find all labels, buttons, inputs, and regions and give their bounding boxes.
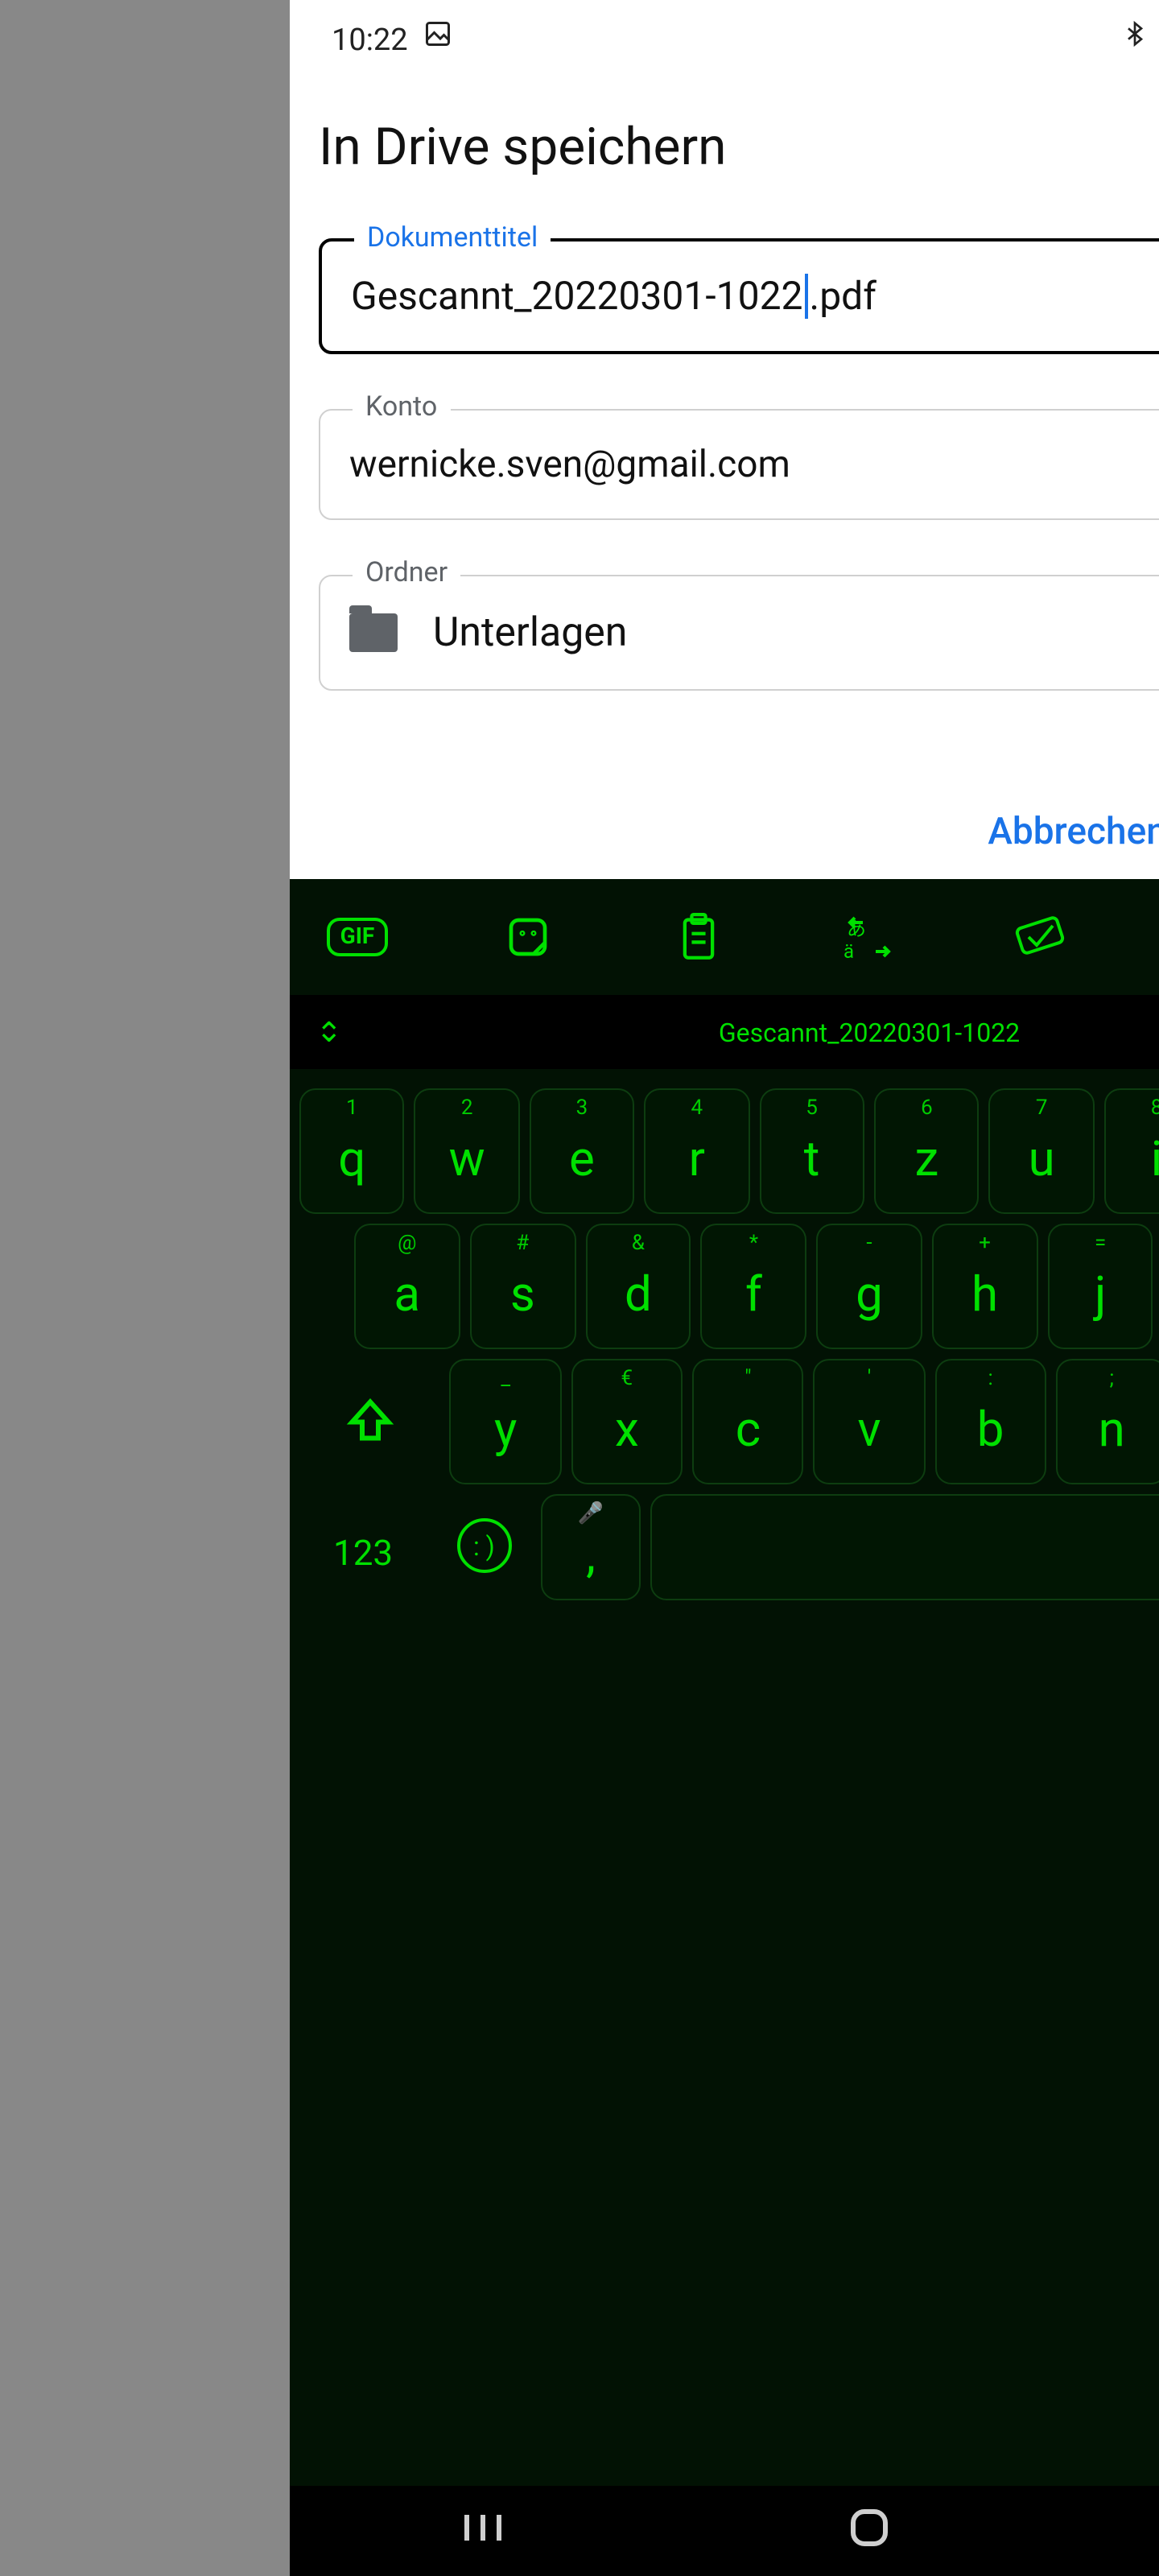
- key-b[interactable]: :b: [934, 1359, 1046, 1484]
- numbers-key[interactable]: 123: [299, 1494, 427, 1597]
- gallery-icon: [424, 19, 453, 58]
- keyboard-row-4: 123 : ) 🎤 , !? .: [299, 1494, 1159, 1600]
- key-d[interactable]: &d: [585, 1224, 691, 1349]
- recents-button[interactable]: [460, 2508, 505, 2553]
- key-j[interactable]: =j: [1047, 1224, 1153, 1349]
- key-c[interactable]: "c: [692, 1359, 804, 1484]
- key-u[interactable]: 7u: [989, 1088, 1095, 1214]
- key-g[interactable]: -g: [816, 1224, 922, 1349]
- statusbar: 10:22 64%: [290, 0, 1159, 77]
- key-t[interactable]: 5t: [759, 1088, 864, 1214]
- sticker-icon[interactable]: [496, 905, 560, 969]
- doc-title-label: Dokumenttitel: [354, 222, 551, 254]
- cancel-button[interactable]: Abbrechen: [988, 810, 1159, 853]
- account-value: wernicke.sven@gmail.com: [349, 443, 790, 486]
- keyboard-toolbar: GIF あä i •••: [290, 879, 1159, 995]
- key-z[interactable]: 6z: [874, 1088, 980, 1214]
- bluetooth-icon: [1121, 18, 1147, 60]
- key-v[interactable]: 'v: [814, 1359, 926, 1484]
- space-key[interactable]: [650, 1494, 1159, 1600]
- clock: 10:22: [332, 20, 408, 57]
- keyboard-row-1: 1q2w3e4r5t6z7u8i9o0p: [299, 1088, 1159, 1214]
- key-q[interactable]: 1q: [299, 1088, 405, 1214]
- key-s[interactable]: #s: [470, 1224, 576, 1349]
- key-w[interactable]: 2w: [415, 1088, 520, 1214]
- shift-key[interactable]: [299, 1359, 440, 1481]
- key-x[interactable]: €x: [571, 1359, 683, 1484]
- key-a[interactable]: @a: [354, 1224, 460, 1349]
- translate-icon[interactable]: あä: [837, 905, 901, 969]
- folder-label: Ordner: [353, 557, 460, 589]
- folder-field[interactable]: Ordner Unterlagen ▾: [319, 575, 1159, 691]
- svg-text:ä: ä: [843, 940, 854, 961]
- clipboard-icon[interactable]: [666, 905, 731, 969]
- key-r[interactable]: 4r: [644, 1088, 749, 1214]
- account-field[interactable]: Konto wernicke.sven@gmail.com ▾: [319, 409, 1159, 520]
- text-cursor: [805, 274, 808, 319]
- folder-value: Unterlagen: [433, 609, 627, 656]
- key-i[interactable]: 8i: [1104, 1088, 1159, 1214]
- autocorrect-icon[interactable]: [1008, 905, 1072, 969]
- account-label: Konto: [353, 391, 450, 423]
- comma-key[interactable]: 🎤 ,: [542, 1494, 641, 1600]
- keyboard-row-3: _y€x"c'v:b;n/m: [299, 1359, 1159, 1484]
- emoji-key[interactable]: : ): [436, 1494, 532, 1597]
- key-y[interactable]: _y: [450, 1359, 562, 1484]
- key-n[interactable]: ;n: [1056, 1359, 1159, 1484]
- key-e[interactable]: 3e: [530, 1088, 635, 1214]
- doc-title-value[interactable]: Gescannt_20220301-1022 .pdf: [351, 274, 1159, 319]
- dialog-buttons: Abbrechen Speichern: [319, 745, 1159, 879]
- page-title: In Drive speichern: [319, 116, 1159, 177]
- android-navbar: [290, 2486, 1159, 2576]
- collapse-icon[interactable]: ⌄⌃: [316, 1022, 343, 1042]
- key-h[interactable]: +h: [932, 1224, 1038, 1349]
- folder-icon: [349, 613, 398, 652]
- keyboard[interactable]: GIF あä i ••• ⌄⌃ Gescannt_20220301-1022 1…: [290, 879, 1159, 2486]
- document-title-field[interactable]: Dokumenttitel Gescannt_20220301-1022 .pd…: [319, 238, 1159, 354]
- suggestion-text[interactable]: Gescannt_20220301-1022: [719, 1017, 1020, 1047]
- keyboard-suggestion-bar: ⌄⌃ Gescannt_20220301-1022: [290, 995, 1159, 1069]
- keyboard-row-2: @a#s&d*f-g+h=j(k)l: [299, 1224, 1159, 1349]
- drive-save-dialog: In Drive speichern Dokumenttitel Gescann…: [290, 77, 1159, 879]
- gif-icon[interactable]: GIF: [325, 905, 390, 969]
- key-f[interactable]: *f: [701, 1224, 807, 1349]
- home-button[interactable]: [847, 2505, 892, 2557]
